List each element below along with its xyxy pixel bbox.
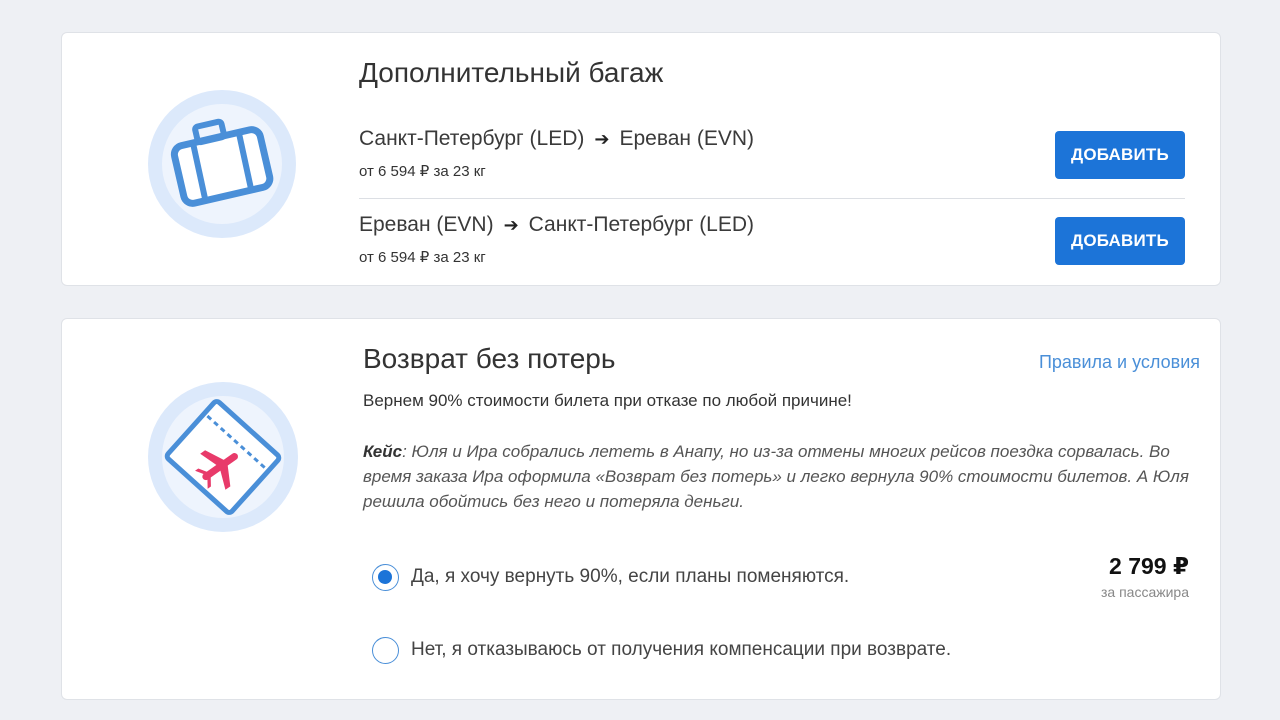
radio-yes[interactable]	[372, 563, 399, 591]
price-block: 2 799 ₽ за пассажира	[1101, 553, 1189, 600]
arrow-right-icon: ➔	[594, 129, 610, 149]
case-text: Кейс: Юля и Ира собрались лететь в Анапу…	[363, 439, 1203, 514]
ticket-plane-icon	[147, 381, 299, 533]
route-price: от 6 594 ₽ за 23 кг	[359, 249, 486, 266]
route-from: Санкт-Петербург (LED)	[359, 127, 585, 150]
option-yes-label[interactable]: Да, я хочу вернуть 90%, если планы помен…	[411, 566, 849, 588]
route-name: Ереван (EVN) ➔ Санкт-Петербург (LED)	[359, 213, 754, 237]
route-name: Санкт-Петербург (LED) ➔ Ереван (EVN)	[359, 127, 754, 151]
route-row: Санкт-Петербург (LED) ➔ Ереван (EVN) от 6 …	[359, 127, 1185, 199]
add-baggage-button[interactable]: ДОБАВИТЬ	[1055, 217, 1185, 265]
refund-title: Возврат без потерь	[363, 343, 616, 374]
case-label: Кейс	[363, 442, 403, 461]
refund-card: Возврат без потерь Правила и условия Вер…	[61, 318, 1221, 700]
price-value: 2 799 ₽	[1109, 553, 1189, 579]
route-to: Санкт-Петербург (LED)	[528, 213, 755, 236]
option-no-label[interactable]: Нет, я отказываюсь от получения компенса…	[411, 639, 951, 661]
price-note: за пассажира	[1100, 584, 1189, 600]
radio-no[interactable]	[372, 636, 399, 664]
suitcase-icon	[147, 89, 297, 239]
route-row: Ереван (EVN) ➔ Санкт-Петербург (LED) от 6 …	[359, 213, 1185, 273]
rules-and-conditions-link[interactable]: Правила и условия	[1039, 352, 1200, 373]
baggage-card: Дополнительный багаж Санкт-Петербург (LE…	[61, 32, 1221, 286]
route-from: Ереван (EVN)	[359, 213, 494, 236]
refund-option-no[interactable]: Нет, я отказываюсь от получения компенса…	[372, 635, 951, 665]
baggage-title: Дополнительный багаж	[359, 57, 664, 88]
arrow-right-icon: ➔	[503, 215, 519, 235]
refund-option-yes[interactable]: Да, я хочу вернуть 90%, если планы помен…	[372, 562, 849, 592]
refund-lead-text: Вернем 90% стоимости билета при отказе п…	[363, 391, 852, 410]
route-to: Ереван (EVN)	[619, 127, 755, 150]
route-price: от 6 594 ₽ за 23 кг	[359, 163, 486, 180]
case-body: : Юля и Ира собрались лететь в Анапу, но…	[363, 442, 1189, 511]
add-baggage-button[interactable]: ДОБАВИТЬ	[1055, 131, 1185, 179]
